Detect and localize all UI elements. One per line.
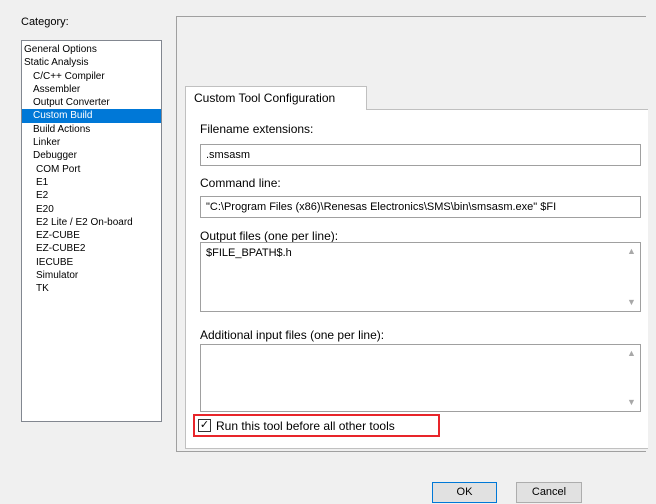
run-before-label[interactable]: Run this tool before all other tools xyxy=(216,419,395,433)
scroll-up-arrow-icon[interactable]: ▲ xyxy=(623,243,640,260)
cancel-button[interactable]: Cancel xyxy=(516,482,582,503)
category-item[interactable]: TK xyxy=(22,282,161,295)
category-item[interactable]: IECUBE xyxy=(22,256,161,269)
category-item[interactable]: COM Port xyxy=(22,163,161,176)
scroll-down-arrow-icon[interactable]: ▼ xyxy=(623,394,640,411)
filename-extensions-input[interactable]: .smsasm xyxy=(200,144,641,166)
category-item[interactable]: Build Actions xyxy=(22,123,161,136)
category-item[interactable]: E20 xyxy=(22,203,161,216)
category-item[interactable]: Custom Build xyxy=(22,109,161,123)
additional-input-textarea[interactable]: ▲ ▼ xyxy=(200,344,641,412)
filename-extensions-label: Filename extensions: xyxy=(200,122,314,136)
category-list[interactable]: General Options Static Analysis C/C++ Comp… xyxy=(21,40,162,422)
output-files-label: Output files (one per line): xyxy=(200,229,339,243)
category-label: Category: xyxy=(21,16,69,28)
category-item[interactable]: Linker xyxy=(22,136,161,149)
category-item[interactable]: E2 Lite / E2 On-board xyxy=(22,216,161,229)
category-item[interactable]: C/C++ Compiler xyxy=(22,70,161,83)
category-item[interactable]: Simulator xyxy=(22,269,161,282)
category-item[interactable]: EZ-CUBE2 xyxy=(22,242,161,255)
scroll-down-arrow-icon[interactable]: ▼ xyxy=(623,294,640,311)
category-item[interactable]: EZ-CUBE xyxy=(22,229,161,242)
ok-button[interactable]: OK xyxy=(432,482,497,503)
command-line-input[interactable]: "C:\Program Files (x86)\Renesas Electron… xyxy=(200,196,641,218)
additional-input-label: Additional input files (one per line): xyxy=(200,328,385,342)
category-item[interactable]: Assembler xyxy=(22,83,161,96)
category-item[interactable]: General Options xyxy=(22,43,161,56)
category-item[interactable]: E2 xyxy=(22,189,161,202)
category-item[interactable]: E1 xyxy=(22,176,161,189)
checkmark-icon: ✓ xyxy=(199,419,210,431)
output-files-textarea[interactable]: $FILE_BPATH$.h ▲ ▼ xyxy=(200,242,641,312)
run-before-option[interactable]: ✓ Run this tool before all other tools xyxy=(193,414,440,437)
output-files-value: $FILE_BPATH$.h xyxy=(206,247,292,259)
run-before-checkbox[interactable]: ✓ xyxy=(198,419,211,432)
command-line-label: Command line: xyxy=(200,176,281,190)
category-item[interactable]: Static Analysis xyxy=(22,56,161,69)
tab-custom-tool-configuration[interactable]: Custom Tool Configuration xyxy=(185,86,367,110)
additional-input-scrollbar[interactable]: ▲ ▼ xyxy=(623,345,640,411)
scroll-up-arrow-icon[interactable]: ▲ xyxy=(623,345,640,362)
output-files-scrollbar[interactable]: ▲ ▼ xyxy=(623,243,640,311)
category-item[interactable]: Output Converter xyxy=(22,96,161,109)
tab-page: Filename extensions: .smsasm Command lin… xyxy=(185,109,648,449)
category-item[interactable]: Debugger xyxy=(22,149,161,162)
